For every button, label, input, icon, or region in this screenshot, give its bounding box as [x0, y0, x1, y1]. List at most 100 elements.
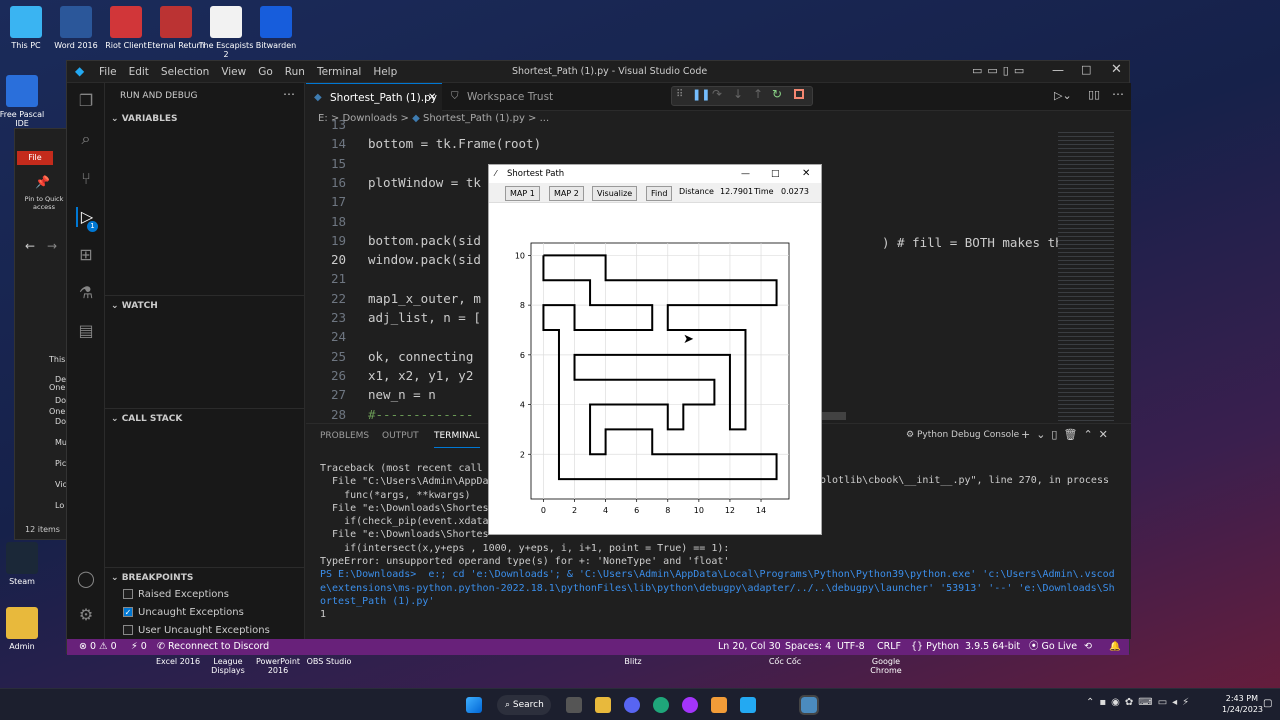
messenger-icon[interactable] — [682, 697, 698, 713]
python-taskbar-icon[interactable] — [799, 695, 819, 715]
desktop-icon-label[interactable]: Google Chrome — [856, 657, 916, 675]
feedback-icon[interactable]: ⟲ — [1084, 639, 1092, 655]
explorer-icon[interactable]: ❐ — [76, 91, 96, 111]
desktop-icon-label[interactable]: Cốc Cốc — [755, 657, 815, 666]
close-button[interactable]: ✕ — [1111, 62, 1122, 77]
testing-icon[interactable]: ⚗ — [76, 283, 96, 303]
gear-icon[interactable]: ⚙ — [76, 605, 96, 625]
extensions-icon[interactable]: ⊞ — [76, 245, 96, 265]
task-view-icon[interactable] — [566, 697, 582, 713]
explorer-nav-item[interactable]: Do — [55, 417, 66, 426]
debug-status[interactable]: ⚡ 0 — [131, 639, 147, 655]
checkbox[interactable] — [123, 589, 133, 599]
vscode-taskbar-icon[interactable] — [740, 697, 756, 713]
breakpoint-option[interactable]: ✓ Uncaught Exceptions — [123, 605, 244, 621]
app-icon[interactable] — [711, 697, 727, 713]
source-control-icon[interactable]: ⑂ — [76, 169, 96, 189]
explorer-nav-item[interactable]: One — [49, 383, 65, 392]
start-icon[interactable] — [466, 697, 482, 713]
menu-run[interactable]: Run — [285, 66, 305, 78]
breakpoint-option[interactable]: Raised Exceptions — [123, 587, 229, 603]
menu-file[interactable]: File — [99, 66, 117, 78]
menu-view[interactable]: View — [221, 66, 246, 78]
tab-terminal[interactable]: TERMINAL — [434, 424, 480, 448]
clock[interactable]: 2:43 PM 1/24/2023 — [1222, 693, 1263, 715]
explorer-nav-item[interactable]: Lo — [55, 501, 64, 510]
variables-section[interactable]: ⌄ VARIABLES — [105, 109, 305, 129]
language-mode[interactable]: {} Python — [911, 639, 959, 655]
back-arrow-icon[interactable]: ← — [25, 239, 35, 253]
explorer-nav-item[interactable]: Pic — [55, 459, 66, 468]
problems-status[interactable]: ⊗ 0 ⚠ 0 — [79, 639, 117, 655]
explorer-nav-item[interactable]: One — [49, 407, 65, 416]
indentation[interactable]: Spaces: 4 — [785, 639, 831, 655]
forward-arrow-icon[interactable]: → — [47, 239, 57, 253]
notification-icon[interactable]: ▢ — [1263, 698, 1272, 709]
tab-problems[interactable]: PROBLEMS — [320, 424, 369, 448]
menu-edit[interactable]: Edit — [129, 66, 149, 78]
desktop-icon-label[interactable]: Blitz — [603, 657, 663, 666]
account-icon[interactable]: ◯ — [76, 569, 96, 589]
eol[interactable]: CRLF — [877, 639, 901, 655]
split-editor-icon[interactable]: ▯▯ — [1088, 88, 1100, 101]
tab-workspace-trust[interactable]: ⛉ Workspace Trust — [443, 83, 563, 111]
watch-section[interactable]: ⌄ WATCH — [105, 295, 305, 315]
search-box[interactable]: ⌕ Search — [497, 695, 551, 715]
explorer-nav-item[interactable]: Do — [55, 396, 66, 405]
step-into-icon[interactable]: ↓ — [733, 87, 743, 101]
breadcrumb-tail[interactable]: ... — [540, 113, 550, 124]
tk-close-button[interactable]: ✕ — [802, 165, 810, 183]
minimap[interactable] — [1058, 129, 1114, 423]
breakpoint-option[interactable]: User Uncaught Exceptions — [123, 623, 270, 639]
layout-toggle-icons[interactable]: ▭▭▯▭ — [972, 64, 1029, 77]
more-actions-icon[interactable]: ⋯ — [283, 87, 295, 101]
close-tab-icon[interactable]: ✕ — [428, 84, 436, 112]
menu-help[interactable]: Help — [373, 66, 397, 78]
file-explorer-icon[interactable] — [595, 697, 611, 713]
checkbox[interactable]: ✓ — [123, 607, 133, 617]
run-file-icon[interactable]: ▷⌄ — [1054, 89, 1072, 102]
menu-selection[interactable]: Selection — [161, 66, 209, 78]
explorer-nav-item[interactable]: This — [49, 355, 65, 364]
pause-icon[interactable]: ❚❚ — [692, 88, 710, 101]
editor-more-icon[interactable]: ⋯ — [1112, 87, 1124, 101]
breakpoints-section[interactable]: ⌄ BREAKPOINTS — [105, 567, 305, 587]
notebook-icon[interactable]: ▤ — [76, 321, 96, 341]
discord-status[interactable]: ✆ Reconnect to Discord — [157, 639, 269, 655]
tab-output[interactable]: OUTPUT — [382, 424, 419, 448]
explorer-file-tab[interactable]: File — [17, 151, 53, 165]
debug-console-selector[interactable]: ⚙ Python Debug Console — [906, 430, 1019, 440]
breadcrumb-file[interactable]: Shortest_Path (1).py — [423, 113, 525, 124]
maximize-button[interactable]: □ — [1081, 63, 1091, 76]
tk-minimize-button[interactable]: — — [741, 165, 750, 183]
menu-go[interactable]: Go — [258, 66, 273, 78]
cursor-position[interactable]: Ln 20, Col 30 — [718, 639, 781, 655]
bell-icon[interactable]: 🔔 — [1109, 639, 1121, 655]
panel-actions[interactable]: +⌄▯🗑⌃✕ — [1021, 428, 1114, 441]
pin-icon[interactable]: 📌 — [35, 175, 50, 189]
find-button[interactable]: Find — [646, 186, 673, 201]
checkbox[interactable] — [123, 625, 133, 635]
search-icon[interactable]: ⌕ — [76, 129, 96, 149]
desktop-icon-label[interactable]: OBS Studio — [299, 657, 359, 666]
stop-icon[interactable] — [794, 89, 804, 99]
tray-icons[interactable]: ⌃▪◉✿⌨▭◂⚡ — [1086, 697, 1194, 708]
discord-icon[interactable] — [624, 697, 640, 713]
menu-terminal[interactable]: Terminal — [317, 66, 361, 78]
step-over-icon[interactable]: ↷ — [712, 87, 722, 101]
visualize-button[interactable]: Visualize — [592, 186, 638, 201]
tk-maximize-button[interactable]: □ — [771, 165, 780, 183]
tab-shortest-path[interactable]: ◆ Shortest_Path (1).py ✕ — [306, 83, 442, 111]
maze-plot[interactable]: 0 2 4 6 8 10 12 14 2 4 6 8 10 — [489, 203, 821, 533]
step-out-icon[interactable]: ↑ — [753, 87, 763, 101]
desktop-icon[interactable]: Steam — [0, 542, 48, 586]
call-stack-section[interactable]: ⌄ CALL STACK — [105, 408, 305, 428]
minimize-button[interactable]: — — [1052, 63, 1064, 77]
desktop-icon[interactable]: Free Pascal IDE — [0, 75, 48, 128]
map2-button[interactable]: MAP 2 — [549, 186, 584, 201]
explorer-nav-item[interactable]: De — [55, 375, 66, 384]
desktop-icon[interactable]: Admin — [0, 607, 48, 651]
edge-icon[interactable] — [653, 697, 669, 713]
go-live[interactable]: ⦿ Go Live — [1029, 639, 1077, 655]
encoding[interactable]: UTF-8 — [837, 639, 865, 655]
